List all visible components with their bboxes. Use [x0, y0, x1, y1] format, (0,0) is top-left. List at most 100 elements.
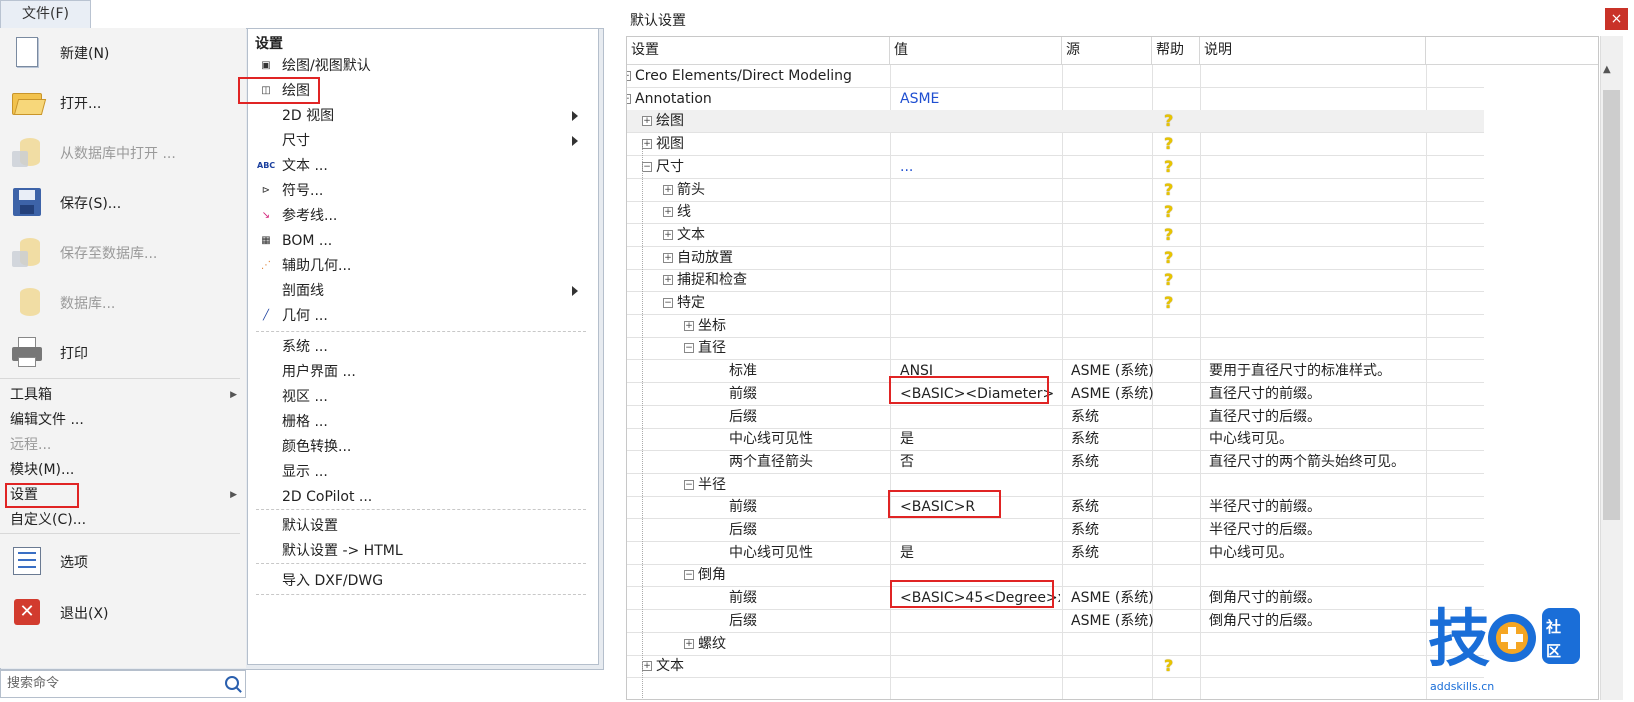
help-icon[interactable]: ? [1164, 293, 1173, 312]
settings-row[interactable]: 后缀 系统 半径尺寸的后缀。 [627, 519, 1484, 542]
search-icon[interactable] [225, 676, 239, 690]
settings-row[interactable]: + 文本? [627, 655, 1484, 679]
submenu-item[interactable]: ABC 文本 ... [257, 154, 592, 178]
settings-row[interactable]: 中心线可见性 是系统 中心线可见。 [627, 542, 1484, 565]
settings-row[interactable]: − 倒角 [627, 564, 1484, 588]
help-icon[interactable]: ? [1164, 225, 1173, 244]
settings-row[interactable]: + Creo Elements/Direct Modeling [627, 65, 1484, 88]
submenu-item[interactable]: 用户界面 ... [282, 360, 592, 384]
settings-row[interactable]: − 特定? [627, 292, 1484, 315]
search-command-input[interactable]: 搜索命令 [0, 670, 246, 698]
settings-row[interactable]: 标准 ANSI ASME (系统) 要用于直径尺寸的标准样式。 [627, 360, 1484, 384]
file-menu-item[interactable]: 选项 [10, 537, 242, 587]
submenu-item[interactable]: 剖面线 [282, 279, 592, 303]
setting-value[interactable] [900, 655, 1060, 678]
submenu-item[interactable]: 默认设置 [282, 514, 592, 538]
setting-value[interactable] [900, 110, 1060, 133]
collapse-icon[interactable]: − [684, 343, 694, 354]
close-button[interactable]: × [1605, 8, 1628, 30]
scrollbar-thumb[interactable] [1603, 90, 1620, 520]
submenu-item[interactable]: 系统 ... [282, 335, 592, 359]
help-icon[interactable]: ? [1164, 180, 1173, 199]
file-menu-item[interactable]: 模块(M)... [10, 458, 245, 482]
setting-value[interactable] [900, 179, 1060, 202]
expand-icon[interactable]: + [684, 638, 694, 649]
submenu-item[interactable]: 导入 DXF/DWG [282, 569, 592, 593]
submenu-item[interactable]: 显示 ... [282, 460, 592, 484]
setting-value[interactable]: 是 [900, 428, 1060, 451]
settings-row[interactable]: + 绘图? [627, 110, 1484, 134]
setting-value[interactable]: ... [900, 156, 1060, 179]
submenu-item[interactable]: ▣ 绘图/视图默认 [261, 54, 592, 78]
setting-value[interactable]: ASME [900, 88, 1060, 111]
expand-icon[interactable]: + [663, 207, 673, 218]
settings-row[interactable]: 前缀 <BASIC>R 系统 半径尺寸的前缀。 [627, 496, 1484, 520]
setting-value[interactable]: 是 [900, 542, 1060, 565]
settings-row[interactable]: + 自动放置? [627, 247, 1484, 270]
help-icon[interactable]: ? [1164, 157, 1173, 176]
help-icon[interactable]: ? [1164, 248, 1173, 267]
settings-row[interactable]: + 捕捉和检查? [627, 269, 1484, 293]
expand-icon[interactable]: + [663, 252, 673, 263]
help-icon[interactable]: ? [1164, 111, 1173, 130]
expand-icon[interactable]: + [663, 184, 673, 195]
setting-value[interactable] [900, 133, 1060, 156]
setting-value[interactable] [900, 201, 1060, 224]
help-icon[interactable]: ? [1164, 270, 1173, 289]
submenu-item[interactable]: 尺寸 [282, 129, 592, 153]
file-menu-item[interactable]: 新建(N) [10, 28, 242, 78]
setting-value[interactable] [900, 224, 1060, 247]
expand-icon[interactable]: + [627, 71, 631, 81]
setting-value[interactable] [900, 247, 1060, 270]
collapse-icon[interactable]: − [684, 570, 694, 581]
submenu-item[interactable]: ⊳ 符号... [262, 179, 592, 203]
submenu-item[interactable]: ╱ 几何 ... [263, 304, 592, 328]
file-menu-tab[interactable]: 文件(F) [0, 0, 91, 28]
setting-value[interactable] [900, 65, 1060, 88]
submenu-item[interactable]: ◫ 绘图 [261, 79, 592, 103]
submenu-item[interactable]: 2D CoPilot ... [282, 485, 592, 509]
file-menu-item[interactable]: ✕ 退出(X) [10, 588, 242, 638]
expand-icon[interactable]: + [642, 116, 652, 127]
file-menu-item[interactable]: 保存(S)... [10, 178, 242, 228]
submenu-item[interactable]: 视区 ... [282, 385, 592, 409]
settings-row[interactable]: − 尺寸...? [627, 156, 1484, 179]
settings-row[interactable]: + 文本? [627, 224, 1484, 247]
column-header[interactable]: 说明 [1200, 37, 1426, 65]
expand-icon[interactable]: + [663, 275, 673, 286]
file-menu-item[interactable]: 打印 [10, 328, 242, 378]
submenu-item[interactable]: 颜色转换... [282, 435, 592, 459]
collapse-icon[interactable]: − [642, 161, 652, 172]
settings-row[interactable]: − 半径 [627, 474, 1484, 497]
collapse-icon[interactable]: − [663, 298, 673, 308]
settings-row[interactable]: − 直径 [627, 337, 1484, 361]
submenu-item[interactable]: 栅格 ... [282, 410, 592, 434]
settings-row[interactable]: 后缀 系统 直径尺寸的后缀。 [627, 406, 1484, 429]
help-icon[interactable]: ? [1164, 134, 1173, 153]
setting-value[interactable] [900, 292, 1060, 315]
settings-row[interactable]: + 坐标 [627, 315, 1484, 338]
settings-row[interactable]: + 螺纹 [627, 633, 1484, 656]
setting-value[interactable] [900, 269, 1060, 292]
submenu-item[interactable]: ▦ BOM ... [261, 229, 592, 253]
settings-row[interactable]: + 箭头? [627, 179, 1484, 202]
help-icon[interactable]: ? [1164, 656, 1173, 675]
settings-row[interactable]: 两个直径箭头 否系统 直径尺寸的两个箭头始终可见。 [627, 451, 1484, 474]
file-menu-item[interactable]: 自定义(C)... [10, 508, 245, 532]
file-menu-item[interactable]: 编辑文件 ... [10, 408, 245, 432]
settings-row[interactable]: 中心线可见性 是系统 中心线可见。 [627, 428, 1484, 452]
setting-value[interactable] [900, 633, 1060, 656]
submenu-item[interactable]: ⋰ 辅助几何... [261, 254, 592, 278]
settings-row[interactable]: −Annotation ASME [627, 88, 1484, 111]
expand-icon[interactable]: + [642, 139, 652, 150]
setting-value[interactable] [900, 610, 1060, 633]
expand-icon[interactable]: + [663, 229, 673, 240]
column-header[interactable]: 帮助 [1152, 37, 1200, 65]
setting-value[interactable] [900, 406, 1060, 429]
submenu-item[interactable]: 默认设置 -> HTML [282, 539, 592, 563]
setting-value[interactable] [900, 315, 1060, 338]
setting-value[interactable]: 否 [900, 451, 1060, 474]
settings-row[interactable]: + 线? [627, 201, 1484, 225]
settings-row[interactable]: 前缀 <BASIC>45<Degree>x ASME (系统) 倒角尺寸的前缀。 [627, 587, 1484, 611]
column-header[interactable]: 设置 [627, 37, 890, 65]
